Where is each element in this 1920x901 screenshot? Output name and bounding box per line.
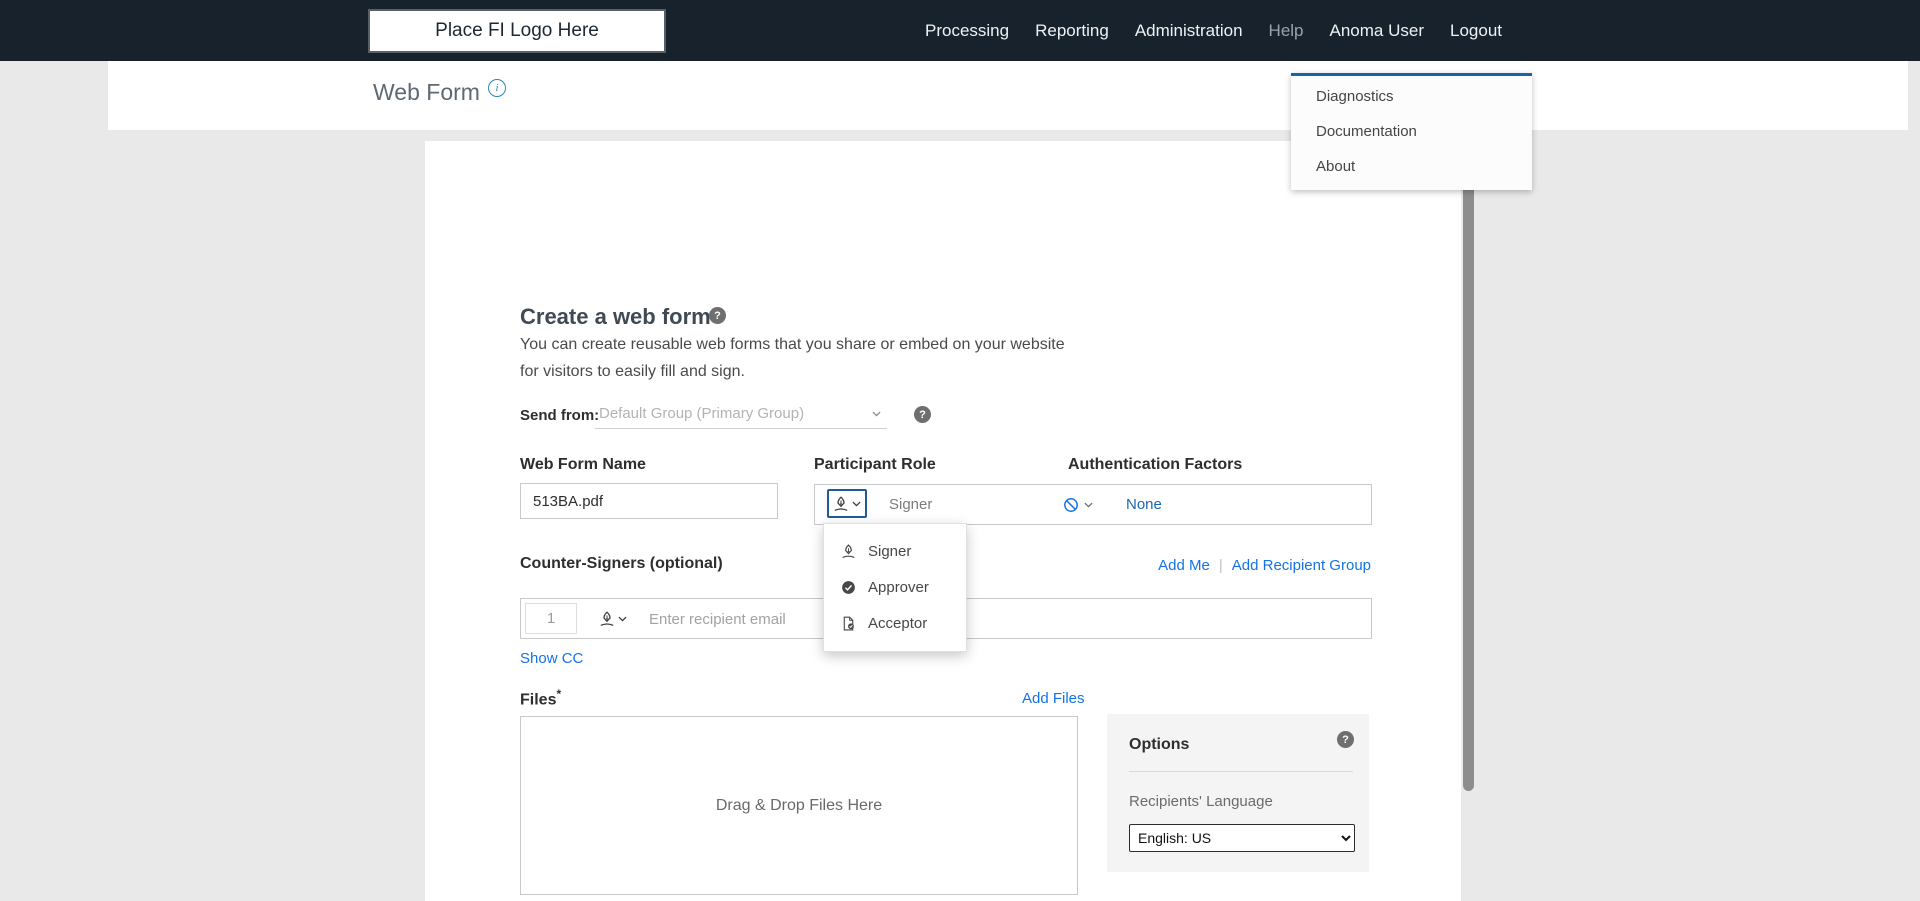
counter-signer-links: Add Me | Add Recipient Group bbox=[1158, 557, 1371, 574]
send-from-value: Default Group (Primary Group) bbox=[599, 405, 804, 422]
authentication-factors-header: Authentication Factors bbox=[1068, 456, 1242, 474]
form-description: You can create reusable web forms that y… bbox=[520, 331, 1075, 385]
menu-item-diagnostics[interactable]: Diagnostics bbox=[1291, 79, 1532, 114]
signer-pen-icon bbox=[599, 611, 615, 627]
send-from-select[interactable]: Default Group (Primary Group) bbox=[595, 399, 887, 429]
role-option-label: Approver bbox=[868, 579, 929, 596]
send-from-label: Send from: bbox=[520, 407, 599, 424]
page-header: Web Form i bbox=[108, 61, 1908, 130]
recipient-role-button[interactable] bbox=[593, 605, 633, 632]
scrollbar-thumb[interactable] bbox=[1463, 141, 1474, 791]
info-icon[interactable]: i bbox=[488, 79, 506, 97]
show-cc-link[interactable]: Show CC bbox=[520, 650, 583, 667]
nav-user-menu[interactable]: Anoma User bbox=[1330, 21, 1424, 41]
files-label: Files* bbox=[520, 687, 561, 709]
recipients-language-label: Recipients' Language bbox=[1129, 793, 1273, 810]
create-web-form-card: Create a web form ? You can create reusa… bbox=[425, 141, 1461, 901]
auth-value-link[interactable]: None bbox=[1126, 485, 1162, 524]
participant-role-header: Participant Role bbox=[814, 456, 936, 474]
role-option-label: Signer bbox=[868, 543, 911, 560]
nav-reporting[interactable]: Reporting bbox=[1035, 21, 1109, 41]
form-title: Create a web form bbox=[520, 304, 711, 330]
approver-check-icon bbox=[841, 580, 856, 595]
dropzone-text: Drag & Drop Files Here bbox=[716, 797, 882, 815]
divider: | bbox=[1219, 557, 1223, 574]
role-option-approver[interactable]: Approver bbox=[824, 569, 966, 605]
nav-administration[interactable]: Administration bbox=[1135, 21, 1243, 41]
web-form-name-input[interactable] bbox=[520, 483, 778, 519]
participant-row: Signer None bbox=[814, 484, 1372, 525]
nav-help[interactable]: Help bbox=[1269, 21, 1304, 41]
add-recipient-group-link[interactable]: Add Recipient Group bbox=[1232, 557, 1371, 574]
signer-pen-icon bbox=[841, 544, 856, 559]
counter-signers-label: Counter-Signers (optional) bbox=[520, 555, 723, 573]
nav-logout[interactable]: Logout bbox=[1450, 21, 1502, 41]
help-dropdown-menu: Diagnostics Documentation About bbox=[1291, 73, 1532, 190]
file-dropzone[interactable]: Drag & Drop Files Here bbox=[520, 716, 1078, 895]
nav-processing[interactable]: Processing bbox=[925, 21, 1009, 41]
role-value: Signer bbox=[889, 485, 932, 524]
options-title: Options bbox=[1129, 736, 1189, 754]
role-option-label: Acceptor bbox=[868, 615, 927, 632]
role-option-signer[interactable]: Signer bbox=[824, 533, 966, 569]
add-files-link[interactable]: Add Files bbox=[1022, 690, 1085, 707]
options-panel: Options ? Recipients' Language English: … bbox=[1107, 714, 1369, 872]
chevron-down-icon bbox=[1084, 502, 1093, 508]
role-option-acceptor[interactable]: Acceptor bbox=[824, 605, 966, 641]
auth-select-button[interactable] bbox=[1063, 485, 1093, 524]
top-navbar: Place FI Logo Here Processing Reporting … bbox=[0, 0, 1920, 61]
primary-nav: Processing Reporting Administration Help… bbox=[925, 0, 1502, 61]
chevron-down-icon bbox=[852, 501, 861, 507]
divider bbox=[1129, 771, 1353, 772]
none-blocked-icon bbox=[1063, 497, 1079, 513]
fi-logo-placeholder: Place FI Logo Here bbox=[368, 9, 666, 53]
files-label-text: Files bbox=[520, 691, 556, 708]
role-dropdown-menu: Signer Approver Acceptor bbox=[823, 523, 967, 652]
role-select-button[interactable] bbox=[827, 489, 867, 518]
required-asterisk: * bbox=[556, 687, 561, 701]
help-icon[interactable]: ? bbox=[709, 307, 726, 324]
menu-item-documentation[interactable]: Documentation bbox=[1291, 114, 1532, 149]
recipient-index: 1 bbox=[525, 603, 577, 634]
help-icon[interactable]: ? bbox=[1337, 731, 1354, 748]
help-icon[interactable]: ? bbox=[914, 406, 931, 423]
web-form-name-header: Web Form Name bbox=[520, 456, 646, 474]
add-me-link[interactable]: Add Me bbox=[1158, 557, 1210, 574]
acceptor-doc-icon bbox=[841, 616, 856, 631]
language-select[interactable]: English: US bbox=[1129, 824, 1355, 852]
chevron-down-icon bbox=[618, 616, 627, 622]
page-title: Web Form bbox=[373, 79, 480, 106]
menu-item-about[interactable]: About bbox=[1291, 149, 1532, 184]
signer-pen-icon bbox=[833, 496, 849, 512]
chevron-down-icon bbox=[872, 411, 881, 417]
